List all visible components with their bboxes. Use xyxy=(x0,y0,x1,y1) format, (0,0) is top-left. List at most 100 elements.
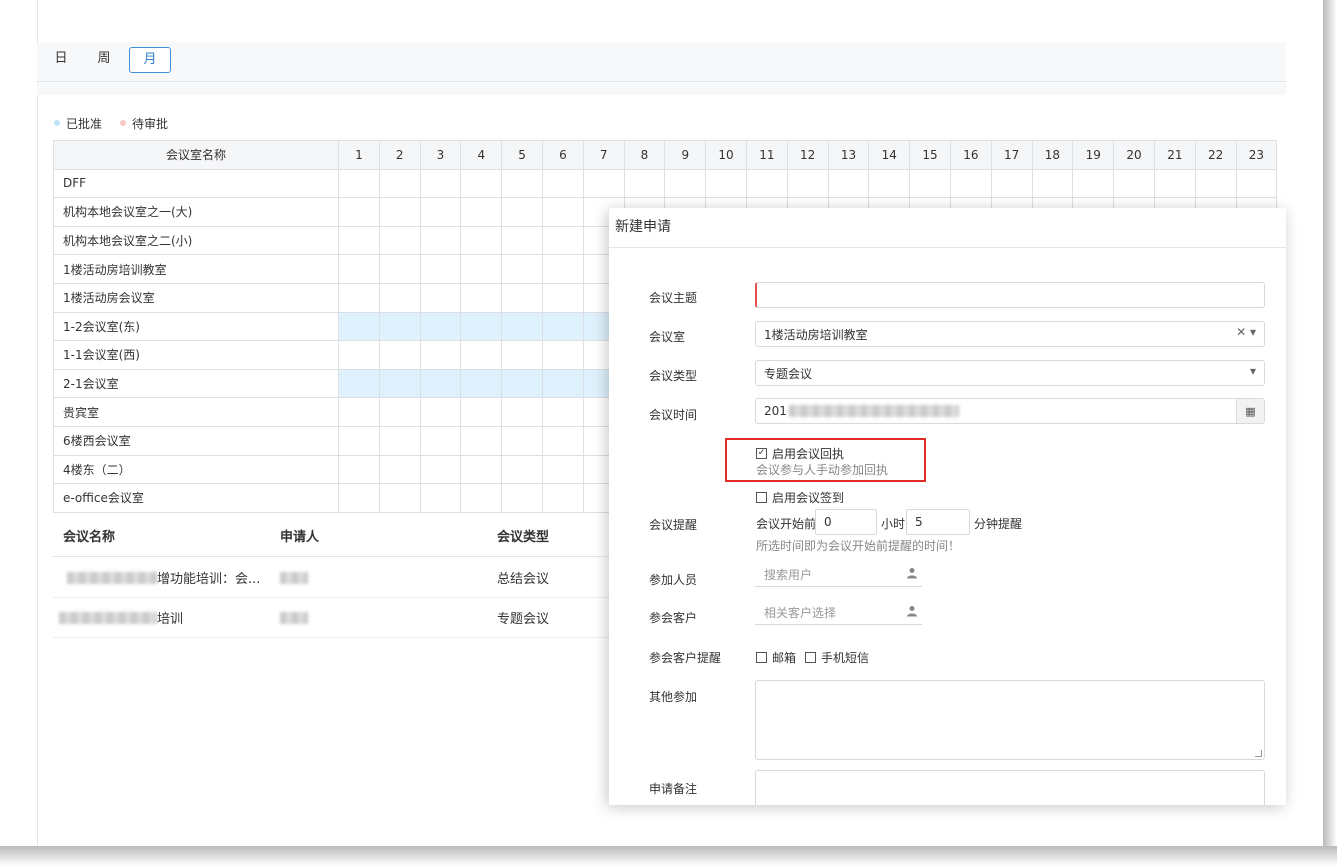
slot-cell[interactable] xyxy=(501,340,543,370)
slot-cell[interactable] xyxy=(460,397,503,427)
clients-select-input[interactable]: 相关客户选择 xyxy=(755,601,922,625)
slot-cell[interactable] xyxy=(419,282,462,313)
slot-cell[interactable] xyxy=(338,454,380,485)
slot-cell[interactable] xyxy=(909,168,951,199)
slot-cell[interactable] xyxy=(582,168,625,199)
slot-cell[interactable] xyxy=(541,254,584,284)
calendar-icon[interactable]: ▦ xyxy=(1236,399,1264,423)
slot-cell[interactable] xyxy=(419,483,462,513)
slot-cell[interactable] xyxy=(460,425,503,456)
slot-cell[interactable] xyxy=(541,483,584,513)
slot-cell[interactable] xyxy=(338,425,380,456)
slot-cell[interactable] xyxy=(419,254,462,284)
slot-cell[interactable] xyxy=(501,168,543,199)
slot-cell[interactable] xyxy=(378,225,421,256)
slot-cell[interactable] xyxy=(338,254,380,284)
slot-cell[interactable] xyxy=(378,425,421,456)
slot-cell[interactable] xyxy=(541,225,584,256)
slot-cell[interactable] xyxy=(378,168,421,199)
slot-cell[interactable] xyxy=(541,425,584,456)
slot-cell[interactable] xyxy=(501,197,543,227)
meeting-row[interactable]: 增功能培训：会... 总结会议 xyxy=(53,558,613,598)
slot-cell[interactable] xyxy=(419,168,462,199)
slot-cell[interactable] xyxy=(378,282,421,313)
others-textarea[interactable] xyxy=(755,680,1265,760)
slot-cell[interactable] xyxy=(378,254,421,284)
clear-chevron-icon[interactable]: ✕ ▾ xyxy=(1236,325,1256,339)
slot-cell[interactable] xyxy=(338,282,380,313)
slot-cell[interactable] xyxy=(460,225,503,256)
checkbox-icon[interactable] xyxy=(805,652,816,663)
slot-cell[interactable] xyxy=(541,197,584,227)
room-select[interactable]: 1楼活动房培训教室 ✕ ▾ xyxy=(755,321,1265,347)
slot-cell[interactable] xyxy=(868,168,911,199)
slot-cell[interactable] xyxy=(623,168,666,199)
slot-cell[interactable] xyxy=(501,483,543,513)
slot-cell[interactable] xyxy=(1235,168,1278,199)
slot-cell[interactable] xyxy=(541,397,584,427)
resize-handle[interactable] xyxy=(1255,750,1262,757)
booked-slot-cell[interactable] xyxy=(541,368,584,399)
slot-cell[interactable] xyxy=(541,168,584,199)
slot-cell[interactable] xyxy=(1153,168,1196,199)
slot-cell[interactable] xyxy=(501,282,543,313)
slot-cell[interactable] xyxy=(541,454,584,485)
slot-cell[interactable] xyxy=(338,340,380,370)
booked-slot-cell[interactable] xyxy=(378,311,421,342)
slot-cell[interactable] xyxy=(378,197,421,227)
slot-cell[interactable] xyxy=(419,225,462,256)
view-month-button[interactable]: 月 xyxy=(129,47,171,73)
slot-cell[interactable] xyxy=(419,425,462,456)
view-week-button[interactable]: 周 xyxy=(94,47,114,73)
reminder-hours-input[interactable]: 0 xyxy=(815,509,877,535)
slot-cell[interactable] xyxy=(338,197,380,227)
receipt-checkbox[interactable]: ✓ 启用会议回执 xyxy=(756,445,844,462)
slot-cell[interactable] xyxy=(378,340,421,370)
slot-cell[interactable] xyxy=(419,340,462,370)
slot-cell[interactable] xyxy=(501,254,543,284)
slot-cell[interactable] xyxy=(338,225,380,256)
slot-cell[interactable] xyxy=(460,454,503,485)
checkbox-checked-icon[interactable]: ✓ xyxy=(756,448,767,459)
booked-slot-cell[interactable] xyxy=(460,368,503,399)
type-select[interactable]: 专题会议 ▾ xyxy=(755,360,1265,386)
slot-cell[interactable] xyxy=(745,168,788,199)
signin-checkbox[interactable]: 启用会议签到 xyxy=(756,489,844,506)
slot-cell[interactable] xyxy=(1031,168,1074,199)
slot-cell[interactable] xyxy=(501,397,543,427)
meeting-row[interactable]: 培训 专题会议 xyxy=(53,598,613,638)
slot-cell[interactable] xyxy=(419,197,462,227)
meeting-name[interactable]: 培训 xyxy=(59,598,183,637)
slot-cell[interactable] xyxy=(786,168,829,199)
slot-cell[interactable] xyxy=(705,168,747,199)
slot-cell[interactable] xyxy=(460,168,503,199)
slot-cell[interactable] xyxy=(1072,168,1115,199)
slot-cell[interactable] xyxy=(419,397,462,427)
slot-cell[interactable] xyxy=(1194,168,1237,199)
slot-cell[interactable] xyxy=(338,168,380,199)
slot-cell[interactable] xyxy=(419,454,462,485)
booked-slot-cell[interactable] xyxy=(419,311,462,342)
attendees-search-input[interactable]: 搜索用户 xyxy=(755,563,922,587)
slot-cell[interactable] xyxy=(501,225,543,256)
slot-cell[interactable] xyxy=(990,168,1033,199)
slot-cell[interactable] xyxy=(501,425,543,456)
slot-cell[interactable] xyxy=(460,340,503,370)
booked-slot-cell[interactable] xyxy=(501,311,543,342)
checkbox-icon[interactable] xyxy=(756,652,767,663)
slot-cell[interactable] xyxy=(541,340,584,370)
sms-checkbox[interactable]: 手机短信 xyxy=(805,649,869,666)
chevron-down-icon[interactable]: ▾ xyxy=(1250,364,1256,378)
slot-cell[interactable] xyxy=(460,483,503,513)
slot-cell[interactable] xyxy=(460,254,503,284)
slot-cell[interactable] xyxy=(338,483,380,513)
slot-cell[interactable] xyxy=(378,397,421,427)
booked-slot-cell[interactable] xyxy=(419,368,462,399)
subject-input[interactable] xyxy=(755,282,1265,308)
email-checkbox[interactable]: 邮箱 xyxy=(756,649,796,666)
view-day-button[interactable]: 日 xyxy=(51,47,71,73)
booked-slot-cell[interactable] xyxy=(501,368,543,399)
slot-cell[interactable] xyxy=(378,454,421,485)
checkbox-icon[interactable] xyxy=(756,492,767,503)
booked-slot-cell[interactable] xyxy=(338,311,380,342)
